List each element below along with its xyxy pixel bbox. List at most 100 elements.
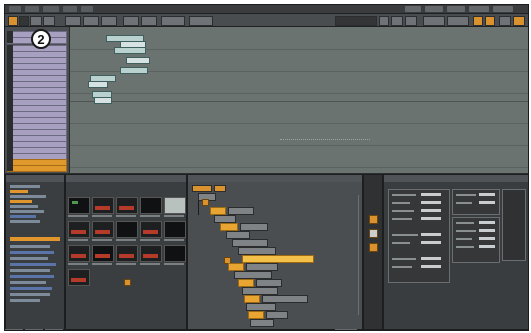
asset-thumbnail[interactable] <box>164 245 186 262</box>
property-field[interactable] <box>421 257 441 260</box>
scene-node[interactable] <box>214 215 236 223</box>
toolbar-tool-button[interactable] <box>391 16 403 26</box>
toolbar-tool-button[interactable] <box>189 16 213 26</box>
status-button[interactable] <box>45 329 63 330</box>
toolbar-tool-button[interactable] <box>65 16 81 26</box>
menu-tools[interactable] <box>63 6 77 12</box>
property-field[interactable] <box>421 241 441 244</box>
asset-thumbnail[interactable] <box>164 197 186 214</box>
property-field[interactable] <box>421 265 441 268</box>
tree-item[interactable] <box>10 205 38 208</box>
status-button[interactable] <box>25 329 43 330</box>
scene-node[interactable] <box>248 311 264 319</box>
scene-node[interactable] <box>240 223 268 231</box>
toolbar-stop-button[interactable] <box>485 16 495 26</box>
asset-thumbnail[interactable] <box>140 245 162 262</box>
asset-thumbnail[interactable] <box>92 221 114 238</box>
asset-thumbnail[interactable] <box>68 245 90 262</box>
property-field[interactable] <box>479 237 495 240</box>
tree-item[interactable] <box>10 287 52 290</box>
toolbar-tool-button[interactable] <box>123 16 139 26</box>
tree-item[interactable] <box>10 251 54 254</box>
timeline-clip[interactable] <box>120 67 148 74</box>
tree-item[interactable] <box>10 281 46 284</box>
toolbar-tool-button[interactable] <box>83 16 99 26</box>
track-header-selected[interactable] <box>7 165 67 172</box>
property-field[interactable] <box>421 201 441 204</box>
tree-item[interactable] <box>10 263 56 266</box>
menu-right-3[interactable] <box>447 6 465 12</box>
scene-node[interactable] <box>238 247 276 255</box>
toolbar-tool-button[interactable] <box>405 16 417 26</box>
tree-item[interactable] <box>10 293 50 296</box>
tree-item[interactable] <box>10 215 36 218</box>
scene-node[interactable] <box>234 271 272 279</box>
tree-item[interactable] <box>10 185 40 188</box>
toolbar-tool-button[interactable] <box>447 16 469 26</box>
tree-item[interactable] <box>10 210 44 213</box>
property-field[interactable] <box>421 233 441 236</box>
property-field[interactable] <box>479 245 495 248</box>
scene-node[interactable] <box>246 263 278 271</box>
toolbar-tool-button[interactable] <box>43 16 55 26</box>
asset-thumbnail[interactable] <box>116 221 138 238</box>
scene-node[interactable] <box>256 279 282 287</box>
menu-help[interactable] <box>81 6 93 12</box>
tree-item[interactable] <box>10 275 54 278</box>
scene-node[interactable] <box>220 223 238 231</box>
track-lanes[interactable] <box>70 27 528 173</box>
toolbar-tool-button[interactable] <box>423 16 445 26</box>
toolbar-tool-button[interactable] <box>379 16 389 26</box>
scene-node[interactable] <box>246 303 276 311</box>
asset-thumbnail[interactable] <box>140 197 162 214</box>
asset-thumbnail[interactable] <box>116 197 138 214</box>
menu-right-2[interactable] <box>425 6 443 12</box>
scene-node[interactable] <box>232 239 268 247</box>
tree-item[interactable] <box>10 195 46 198</box>
toolbar-tool-button[interactable] <box>101 16 117 26</box>
tree-item[interactable] <box>10 190 28 193</box>
asset-thumbnail[interactable] <box>92 197 114 214</box>
timeline-clip[interactable] <box>114 47 146 54</box>
asset-thumbnail[interactable] <box>92 245 114 262</box>
tree-item-selected[interactable] <box>10 237 60 241</box>
toolbar-time-field[interactable] <box>335 16 377 26</box>
toolbar-tool-button[interactable] <box>30 16 42 26</box>
menu-right-5[interactable] <box>493 6 513 12</box>
property-field[interactable] <box>479 221 495 224</box>
asset-thumbnail[interactable] <box>68 269 90 286</box>
asset-thumbnail[interactable] <box>68 221 90 238</box>
asset-thumbnail[interactable] <box>68 197 90 214</box>
menu-edit[interactable] <box>25 6 39 12</box>
menu-right-4[interactable] <box>469 6 489 12</box>
scene-node[interactable] <box>210 207 226 215</box>
toolbar-record-button[interactable] <box>8 16 18 26</box>
menu-view[interactable] <box>43 6 59 12</box>
scene-node[interactable] <box>242 287 278 295</box>
menu-right-1[interactable] <box>405 6 421 12</box>
asset-thumbnail[interactable] <box>140 221 162 238</box>
scene-node[interactable] <box>250 319 274 327</box>
scene-node[interactable] <box>262 295 308 303</box>
property-field[interactable] <box>421 193 441 196</box>
tree-item[interactable] <box>10 299 40 302</box>
node-tool-button[interactable] <box>192 185 212 192</box>
timeline-clip[interactable] <box>126 57 150 64</box>
property-field[interactable] <box>479 193 495 196</box>
property-field[interactable] <box>421 217 441 220</box>
status-button[interactable] <box>5 329 23 330</box>
scene-node[interactable] <box>266 311 288 319</box>
toolbar-tool-button[interactable] <box>161 16 185 26</box>
scene-node[interactable] <box>228 207 254 215</box>
scene-node[interactable] <box>226 231 250 239</box>
asset-thumbnail[interactable] <box>164 221 186 238</box>
timeline-clip[interactable] <box>94 97 112 104</box>
scene-node[interactable] <box>238 279 254 287</box>
scene-node-selected[interactable] <box>242 255 314 263</box>
toolbar-tool-button[interactable] <box>141 16 157 26</box>
tree-item[interactable] <box>10 257 48 260</box>
property-field[interactable] <box>479 201 495 204</box>
tree-item[interactable] <box>10 220 40 223</box>
node-tool-button[interactable] <box>214 185 226 192</box>
export-icon[interactable] <box>369 229 378 238</box>
